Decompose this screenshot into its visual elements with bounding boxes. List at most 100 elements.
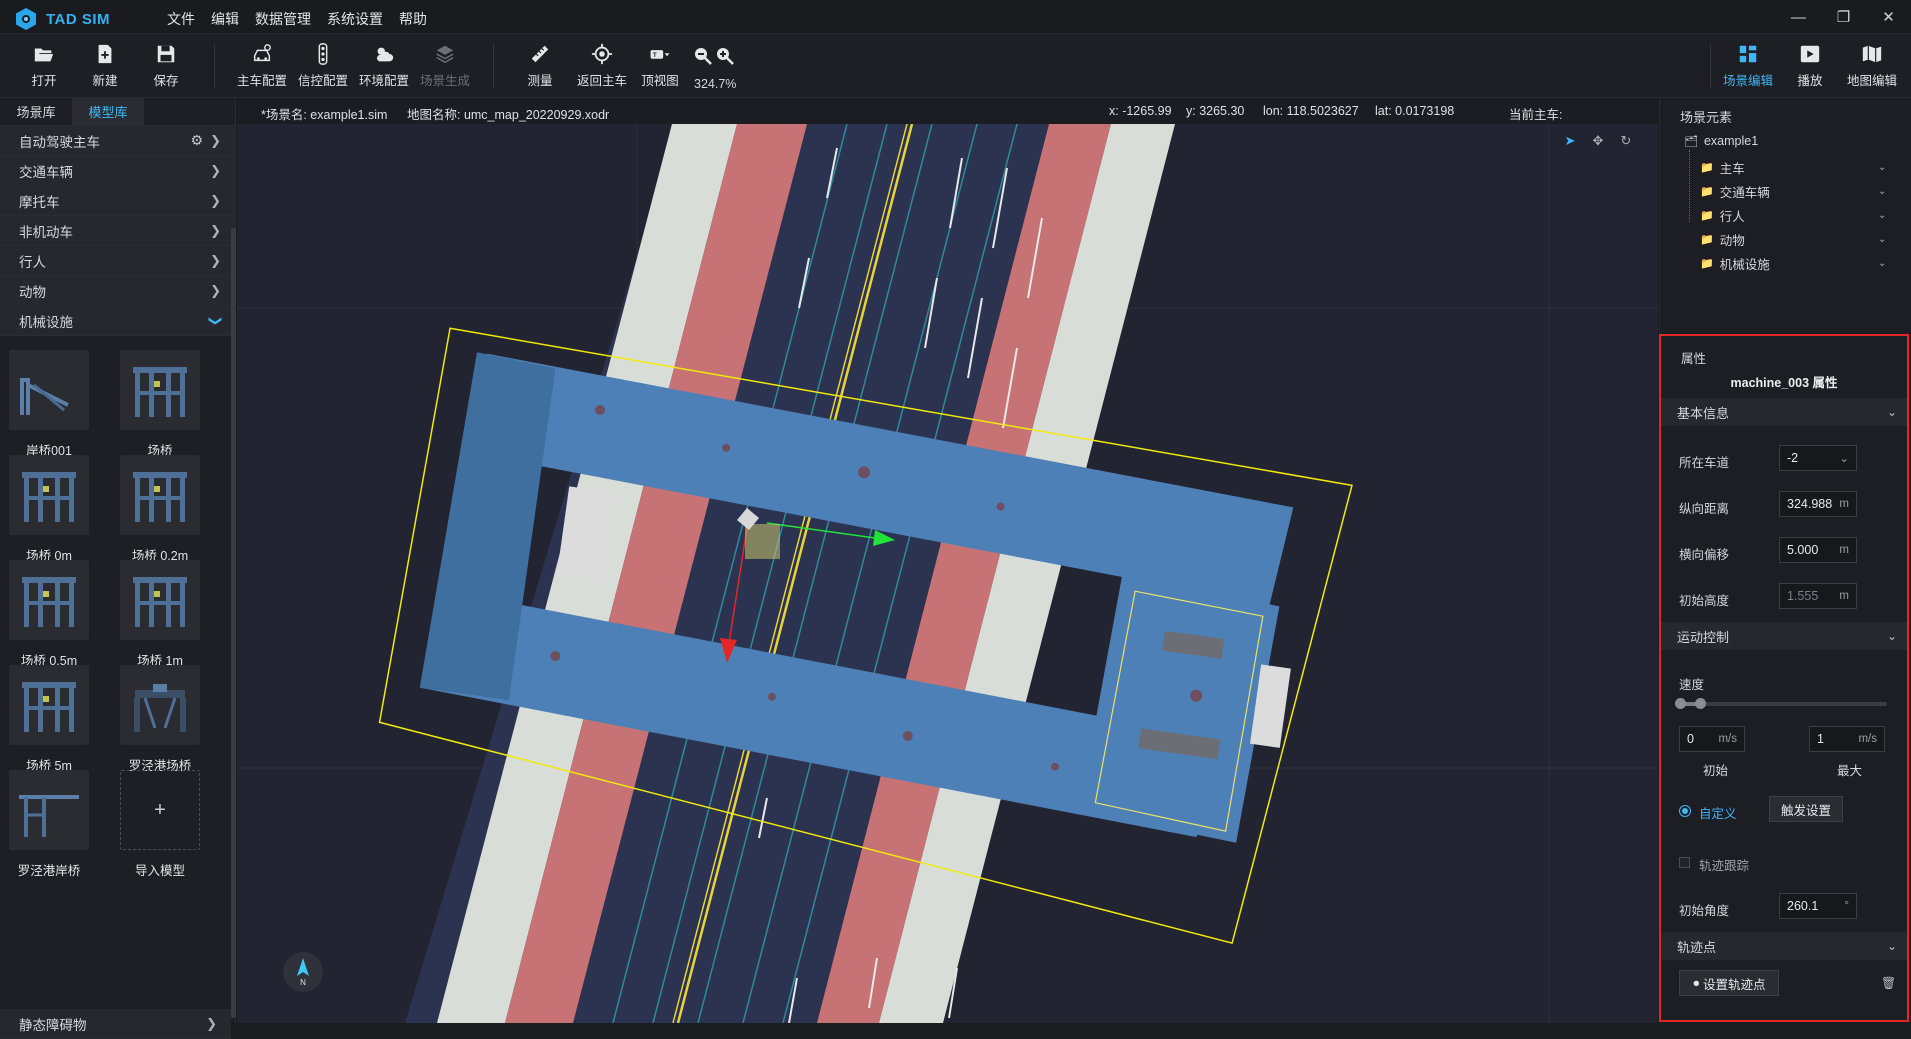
lane-select[interactable]: -2 ⌄ bbox=[1779, 445, 1857, 471]
slider-handle-max[interactable] bbox=[1695, 698, 1706, 709]
speed-initial-input[interactable]: 0 m/s bbox=[1679, 726, 1745, 752]
tree-item-label: 机械设施 bbox=[1719, 258, 1770, 272]
category-traffic-vehicles[interactable]: 交通车辆 ❯ bbox=[0, 156, 235, 186]
model-item[interactable]: 场桥 0.2m bbox=[119, 455, 201, 565]
category-ego[interactable]: 自动驾驶主车 ⚙ ❯ bbox=[0, 126, 235, 156]
model-item[interactable]: 场桥 5m bbox=[8, 665, 90, 775]
save-button[interactable]: 保存 bbox=[146, 34, 186, 98]
speed-max-value: 1 bbox=[1817, 732, 1824, 746]
model-item[interactable]: 场桥 0m bbox=[8, 455, 90, 565]
app-name: TAD SIM bbox=[46, 10, 111, 28]
zoom-in-icon[interactable] bbox=[715, 46, 735, 66]
ego-config-button[interactable]: 主车配置 bbox=[235, 34, 289, 98]
section-waypoints[interactable]: 轨迹点 ⌄ bbox=[1661, 932, 1907, 960]
rotate-icon[interactable]: ↻ bbox=[1614, 130, 1638, 152]
map-edit-button[interactable]: 地图编辑 bbox=[1844, 34, 1900, 98]
play-button[interactable]: 播放 bbox=[1790, 34, 1830, 98]
model-item[interactable]: 场桥 bbox=[119, 350, 201, 460]
tree-item-pedestrian[interactable]: 📁 行人 ⌄ bbox=[1700, 206, 1910, 225]
map-name: 地图名称: umc_map_20220929.xodr bbox=[407, 108, 610, 122]
speed-slider-track[interactable] bbox=[1679, 702, 1887, 706]
top-view-label: 顶视图 bbox=[641, 74, 679, 88]
import-model-button[interactable]: + 导入模型 bbox=[119, 770, 201, 880]
lateral-value: 5.000 bbox=[1787, 543, 1819, 557]
category-motorcycles[interactable]: 摩托车 ❯ bbox=[0, 186, 235, 216]
tree-item-traffic[interactable]: 📁 交通车辆 ⌄ bbox=[1700, 182, 1910, 201]
restore-icon[interactable]: ❐ bbox=[1821, 0, 1866, 34]
speed-max-input[interactable]: 1 m/s bbox=[1809, 726, 1885, 752]
open-button[interactable]: 打开 bbox=[24, 34, 64, 98]
custom-radio[interactable] bbox=[1679, 805, 1691, 817]
slider-handle-min[interactable] bbox=[1675, 698, 1686, 709]
signal-config-button[interactable]: 信控配置 bbox=[296, 34, 350, 98]
category-animals[interactable]: 动物 ❯ bbox=[0, 276, 235, 306]
return-ego-button[interactable]: 返回主车 bbox=[575, 34, 629, 98]
model-item[interactable]: 罗泾港岸桥 bbox=[8, 770, 90, 880]
scene-viewport[interactable]: *场景名: example1.sim 地图名称: umc_map_2022092… bbox=[237, 98, 1658, 1023]
lateral-input[interactable]: 5.000 m bbox=[1779, 537, 1857, 563]
category-machinery[interactable]: 机械设施 ❯ bbox=[0, 306, 235, 336]
tree-item-animal[interactable]: 📁 动物 ⌄ bbox=[1700, 230, 1910, 249]
model-item[interactable]: 罗泾港场桥 bbox=[119, 665, 201, 775]
scene-edit-button[interactable]: 场景编辑 bbox=[1720, 34, 1776, 98]
gear-icon[interactable]: ⚙ bbox=[190, 132, 203, 149]
angle-input[interactable]: 260.1 ° bbox=[1779, 893, 1857, 919]
menu-data[interactable]: 数据管理 bbox=[255, 9, 311, 29]
section-basic-info[interactable]: 基本信息 ⌄ bbox=[1661, 398, 1907, 426]
set-waypoint-button[interactable]: ● 设置轨迹点 bbox=[1679, 970, 1779, 996]
menu-edit[interactable]: 编辑 bbox=[211, 9, 239, 29]
left-scrollbar[interactable] bbox=[231, 228, 236, 1018]
chevron-right-icon: ❯ bbox=[206, 1015, 217, 1031]
folder-icon: 📁 bbox=[1700, 186, 1714, 198]
new-button[interactable]: 新建 bbox=[85, 34, 125, 98]
model-item[interactable]: 岸桥001 bbox=[8, 350, 90, 460]
crane-thumbnail bbox=[9, 350, 89, 430]
tab-model-library[interactable]: 模型库 bbox=[72, 98, 144, 125]
section-motion-control[interactable]: 运动控制 ⌄ bbox=[1661, 622, 1907, 650]
tree-item-ego[interactable]: 📁 主车 ⌄ bbox=[1700, 158, 1910, 177]
svg-text:T: T bbox=[653, 52, 657, 59]
coord-lon: lon: 118.5023627 bbox=[1263, 104, 1359, 118]
minimize-icon[interactable]: — bbox=[1776, 0, 1821, 34]
move-icon[interactable]: ✥ bbox=[1586, 130, 1610, 152]
longitudinal-input[interactable]: 324.988 m bbox=[1779, 491, 1857, 517]
model-item[interactable]: 场桥 1m bbox=[119, 560, 201, 670]
tadsim-logo-icon bbox=[16, 8, 36, 30]
zoom-out-icon[interactable] bbox=[693, 46, 713, 66]
speed-initial-value: 0 bbox=[1687, 732, 1694, 746]
properties-panel: 属性 machine_003 属性 基本信息 ⌄ 所在车道 -2 ⌄ 纵向距离 32… bbox=[1659, 334, 1909, 1022]
category-static-obstacles[interactable]: 静态障碍物 ❯ bbox=[0, 1009, 231, 1039]
location-pin-icon: ● bbox=[1692, 976, 1701, 990]
trash-icon[interactable]: 🗑 bbox=[1881, 976, 1896, 990]
chevron-down-icon: ⌄ bbox=[1886, 629, 1897, 643]
cursor-icon[interactable]: ➤ bbox=[1558, 130, 1582, 152]
tree-item-machinery[interactable]: 📁 机械设施 ⌄ bbox=[1700, 254, 1910, 273]
compass[interactable]: N bbox=[283, 952, 323, 992]
env-config-label: 环境配置 bbox=[358, 74, 409, 88]
close-icon[interactable]: ✕ bbox=[1866, 0, 1911, 34]
map-icon bbox=[1862, 45, 1882, 63]
tree-root[interactable]: 🗂 example1 bbox=[1684, 134, 1758, 148]
menu-help[interactable]: 帮助 bbox=[399, 9, 427, 29]
trigger-settings-button[interactable]: 触发设置 bbox=[1769, 796, 1843, 822]
menu-file[interactable]: 文件 bbox=[167, 9, 195, 29]
model-label: 罗泾港岸桥 bbox=[17, 864, 81, 878]
track-follow-checkbox[interactable] bbox=[1679, 857, 1690, 868]
env-config-button[interactable]: 环境配置 bbox=[357, 34, 411, 98]
height-value: 1.555 bbox=[1787, 589, 1819, 603]
measure-button[interactable]: 测量 bbox=[520, 34, 560, 98]
toolbar-divider bbox=[493, 44, 494, 88]
scene-gen-button[interactable]: 场景生成 bbox=[418, 34, 472, 98]
model-item[interactable]: 场桥 0.5m bbox=[8, 560, 90, 670]
track-follow-label: 轨迹跟踪 bbox=[1699, 859, 1750, 873]
section-label: 轨迹点 bbox=[1677, 939, 1717, 955]
menu-settings[interactable]: 系统设置 bbox=[327, 9, 383, 29]
category-pedestrians[interactable]: 行人 ❯ bbox=[0, 246, 235, 276]
top-view-button[interactable]: T 顶视图 bbox=[638, 34, 682, 98]
tab-scene-library[interactable]: 场景库 bbox=[0, 98, 72, 125]
chevron-right-icon: ❯ bbox=[210, 162, 221, 178]
zoom-level: 324.7% bbox=[694, 77, 737, 91]
category-non-motor[interactable]: 非机动车 ❯ bbox=[0, 216, 235, 246]
model-label: 导入模型 bbox=[134, 864, 185, 878]
open-label: 打开 bbox=[31, 74, 57, 88]
